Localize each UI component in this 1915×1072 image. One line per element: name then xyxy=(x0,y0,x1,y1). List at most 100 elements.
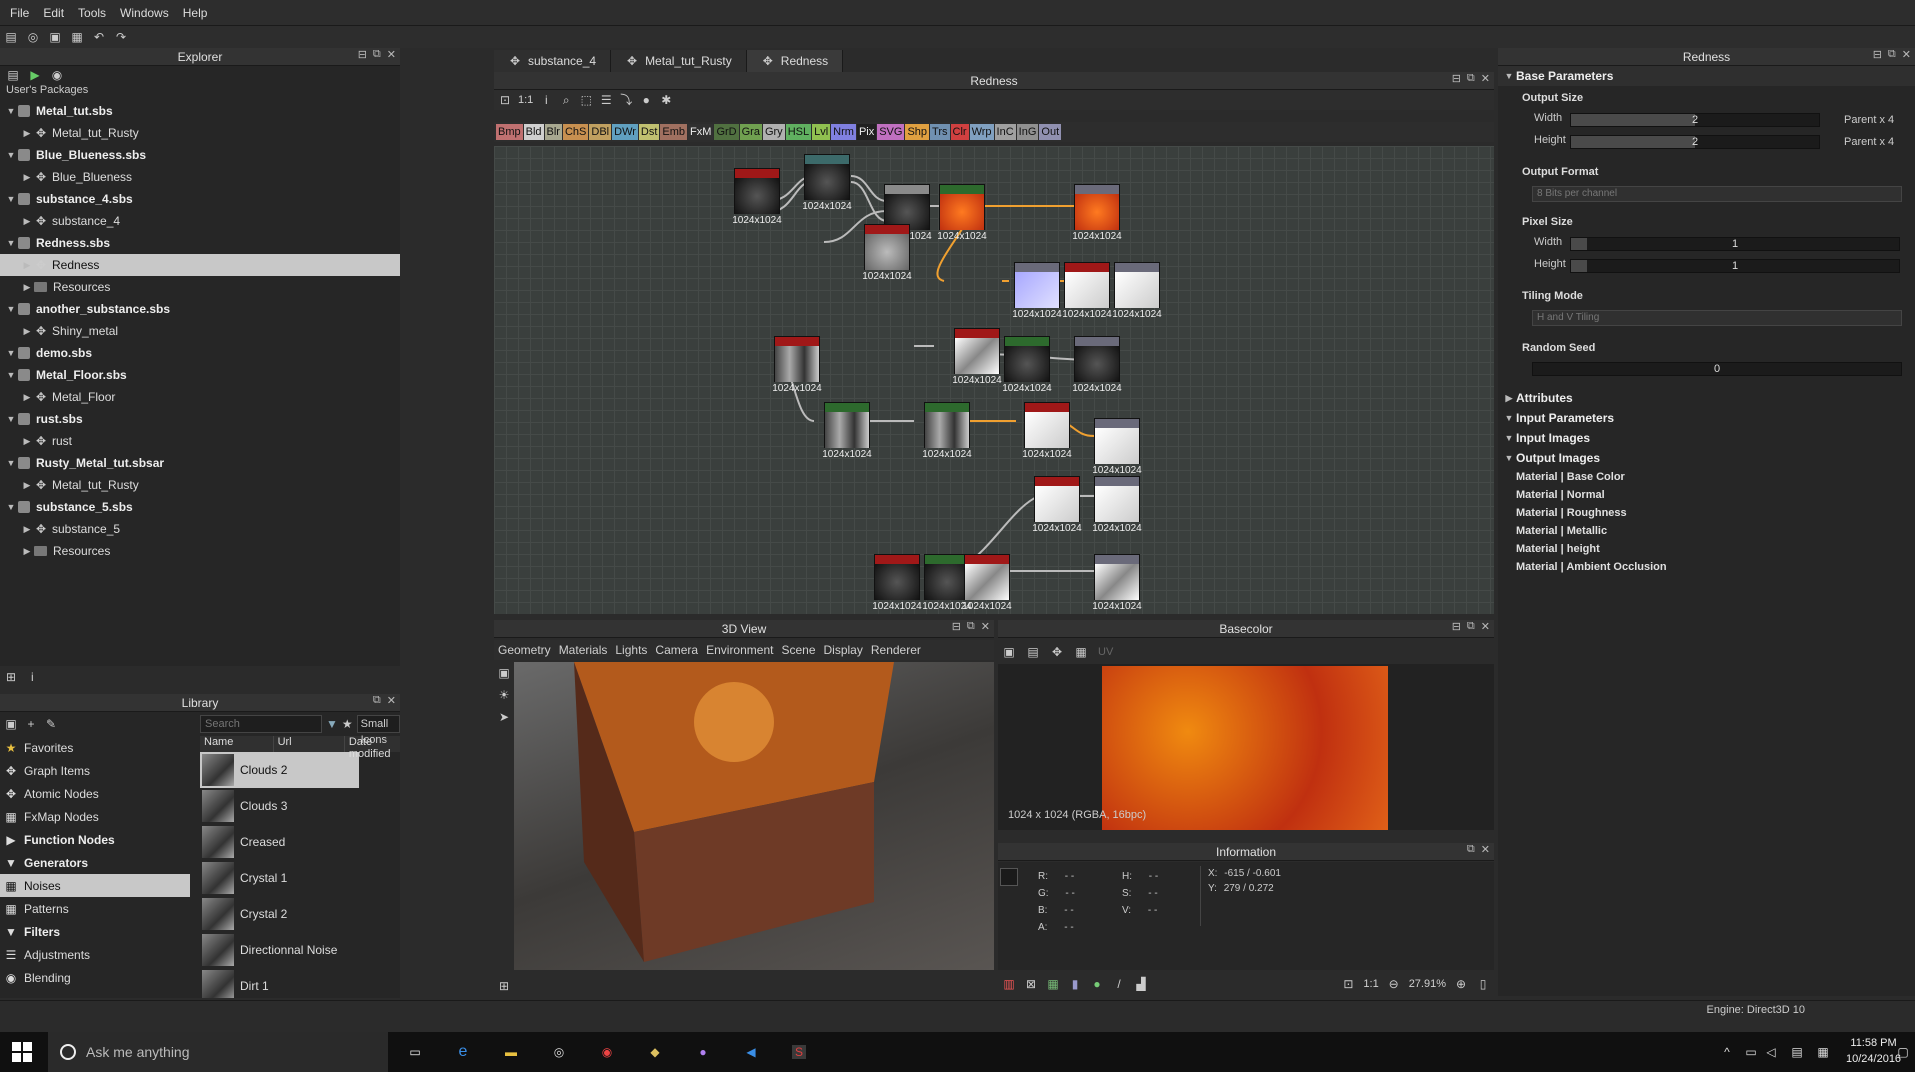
bake-icon[interactable]: ● xyxy=(639,93,653,107)
zoom-in-icon[interactable]: ⊕ xyxy=(1454,977,1468,991)
height-parent[interactable]: Parent x 4 xyxy=(1844,136,1894,148)
library-category[interactable]: ▦ Noises xyxy=(0,874,190,897)
package-row[interactable]: ▼ Metal_tut.sbs xyxy=(0,100,400,122)
filter-gry-button[interactable]: Gry xyxy=(762,124,785,140)
filter-shp-button[interactable]: Shp xyxy=(905,124,930,140)
float-icon[interactable]: ⧉ xyxy=(1888,48,1896,61)
tree-item[interactable]: ▶ ✥ Metal_tut_Rusty xyxy=(0,474,400,496)
close-icon[interactable]: ✕ xyxy=(1481,843,1490,856)
info-icon[interactable]: i xyxy=(539,93,553,107)
float-icon[interactable]: ⧉ xyxy=(373,48,381,61)
pin-icon[interactable]: ⊟ xyxy=(1452,72,1461,85)
library-item[interactable]: Directionnal Noise xyxy=(200,932,400,968)
filter-bld-button[interactable]: Bld xyxy=(523,124,544,140)
filter-svg-button[interactable]: SVG xyxy=(877,124,905,140)
graph-node[interactable] xyxy=(1064,262,1110,308)
package-row[interactable]: ▼ rust.sbs xyxy=(0,408,400,430)
library-item[interactable]: Clouds 3 xyxy=(200,788,400,824)
tree-item[interactable]: ▶ ✥ Shiny_metal xyxy=(0,320,400,342)
filter-gra-button[interactable]: Gra xyxy=(739,124,762,140)
channels-icon[interactable]: ▥ xyxy=(1002,977,1016,991)
tree-icon[interactable]: ⊞ xyxy=(4,670,18,684)
menu-edit[interactable]: Edit xyxy=(43,6,64,20)
output-image-row[interactable]: Material | Ambient Occlusion xyxy=(1498,558,1915,576)
expand-icon[interactable]: ▶ xyxy=(20,392,34,403)
random-seed-slider[interactable]: 0 xyxy=(1532,362,1902,376)
export-icon[interactable]: ▤ xyxy=(1026,645,1040,659)
library-category[interactable]: ▦ Patterns xyxy=(0,897,190,920)
favorite-filter-icon[interactable]: ★ xyxy=(342,717,353,731)
view3d-menu-camera[interactable]: Camera xyxy=(655,643,698,657)
graph-node[interactable] xyxy=(874,554,920,600)
save-icon[interactable]: ▣ xyxy=(48,30,62,44)
uv-toggle[interactable]: UV xyxy=(1098,646,1113,658)
graph-node[interactable] xyxy=(1024,402,1070,448)
filter-out-button[interactable]: Out xyxy=(1039,124,1062,140)
app-icon[interactable]: ● xyxy=(696,1045,710,1059)
float-icon[interactable]: ⧉ xyxy=(373,694,381,707)
library-item[interactable]: Creased xyxy=(200,824,400,860)
graph-node[interactable] xyxy=(804,154,850,200)
expand-icon[interactable]: ▼ xyxy=(4,194,18,204)
section-base-params[interactable]: ▼ Base Parameters xyxy=(1498,66,1915,86)
link-icon[interactable]: ⤵ xyxy=(619,93,633,107)
width-slider[interactable]: 2 xyxy=(1570,113,1820,127)
filter-wrp-button[interactable]: Wrp xyxy=(969,124,994,140)
view3d-menu-environment[interactable]: Environment xyxy=(706,643,773,657)
close-icon[interactable]: ✕ xyxy=(387,48,396,61)
align-icon[interactable]: ☰ xyxy=(599,93,613,107)
view3d-menu-materials[interactable]: Materials xyxy=(559,643,608,657)
package-row[interactable]: ▼ Rusty_Metal_tut.sbsar xyxy=(0,452,400,474)
library-category[interactable]: ▦ FxMap Nodes xyxy=(0,805,190,828)
graph-node[interactable] xyxy=(1014,262,1060,308)
expand-icon[interactable]: ▶ xyxy=(20,260,34,271)
graph-icon[interactable]: ▟ xyxy=(1134,977,1148,991)
expand-icon[interactable]: ▶ xyxy=(20,172,34,183)
library-category[interactable]: ◉ Blending xyxy=(0,966,190,989)
save-image-icon[interactable]: ▦ xyxy=(1074,645,1088,659)
filter-lvl-button[interactable]: Lvl xyxy=(812,124,831,140)
filter-chs-button[interactable]: ChS xyxy=(562,124,589,140)
graph-node[interactable] xyxy=(864,224,910,270)
channel-icon[interactable]: ✥ xyxy=(1050,645,1064,659)
library-add-icon[interactable]: + xyxy=(24,717,38,731)
package-row[interactable]: ▼ Redness.sbs xyxy=(0,232,400,254)
tab-substance_4[interactable]: ✥ substance_4 xyxy=(494,50,612,72)
output-image-row[interactable]: Material | Base Color xyxy=(1498,468,1915,486)
zoom-icon[interactable]: ⌕ xyxy=(559,93,573,107)
float-icon[interactable]: ⧉ xyxy=(1467,620,1475,633)
close-icon[interactable]: ✕ xyxy=(981,620,990,633)
library-item[interactable]: Dirt 1 xyxy=(200,968,400,998)
pointer-icon[interactable]: ➤ xyxy=(497,710,511,724)
zoom-ratio[interactable]: 1:1 xyxy=(1363,978,1378,990)
tree-item[interactable]: ▶ ✥ Redness xyxy=(0,254,400,276)
cortana-search[interactable]: Ask me anything xyxy=(48,1032,388,1072)
float-icon[interactable]: ⧉ xyxy=(1467,843,1475,856)
open-icon[interactable]: ◎ xyxy=(26,30,40,44)
graph-node[interactable] xyxy=(964,554,1010,600)
pin-icon[interactable]: ⊟ xyxy=(358,48,367,61)
view-mode-select[interactable]: Small Icons xyxy=(356,715,400,746)
section-input-params[interactable]: ▼ Input Parameters xyxy=(1498,408,1915,428)
expand-icon[interactable]: ▶ xyxy=(20,524,34,535)
tree-item[interactable]: ▶ Resources xyxy=(0,276,400,298)
close-icon[interactable]: ✕ xyxy=(387,694,396,707)
expand-icon[interactable]: ▼ xyxy=(4,304,18,314)
view3d-menu-lights[interactable]: Lights xyxy=(615,643,647,657)
filter-clr-button[interactable]: Clr xyxy=(950,124,969,140)
graph-node[interactable] xyxy=(924,402,970,448)
section-output-images[interactable]: ▼ Output Images xyxy=(1498,448,1915,468)
tree-item[interactable]: ▶ ✥ substance_5 xyxy=(0,518,400,540)
zoom-ratio[interactable]: 1:1 xyxy=(518,94,533,106)
pin-icon[interactable]: ⊟ xyxy=(952,620,961,633)
new-package-icon[interactable]: ▤ xyxy=(4,30,18,44)
px-width-slider[interactable]: 1 xyxy=(1570,237,1900,251)
filter-bmp-button[interactable]: Bmp xyxy=(496,124,523,140)
graph-node[interactable] xyxy=(1004,336,1050,382)
section-attributes[interactable]: ▶ Attributes xyxy=(1498,388,1915,408)
publish-icon[interactable]: ◉ xyxy=(50,68,64,82)
volume-icon[interactable]: ◁ xyxy=(1764,1045,1778,1059)
package-row[interactable]: ▼ demo.sbs xyxy=(0,342,400,364)
visual-studio-icon[interactable]: ◀ xyxy=(744,1045,758,1059)
tree-item[interactable]: ▶ ✥ Metal_tut_Rusty xyxy=(0,122,400,144)
